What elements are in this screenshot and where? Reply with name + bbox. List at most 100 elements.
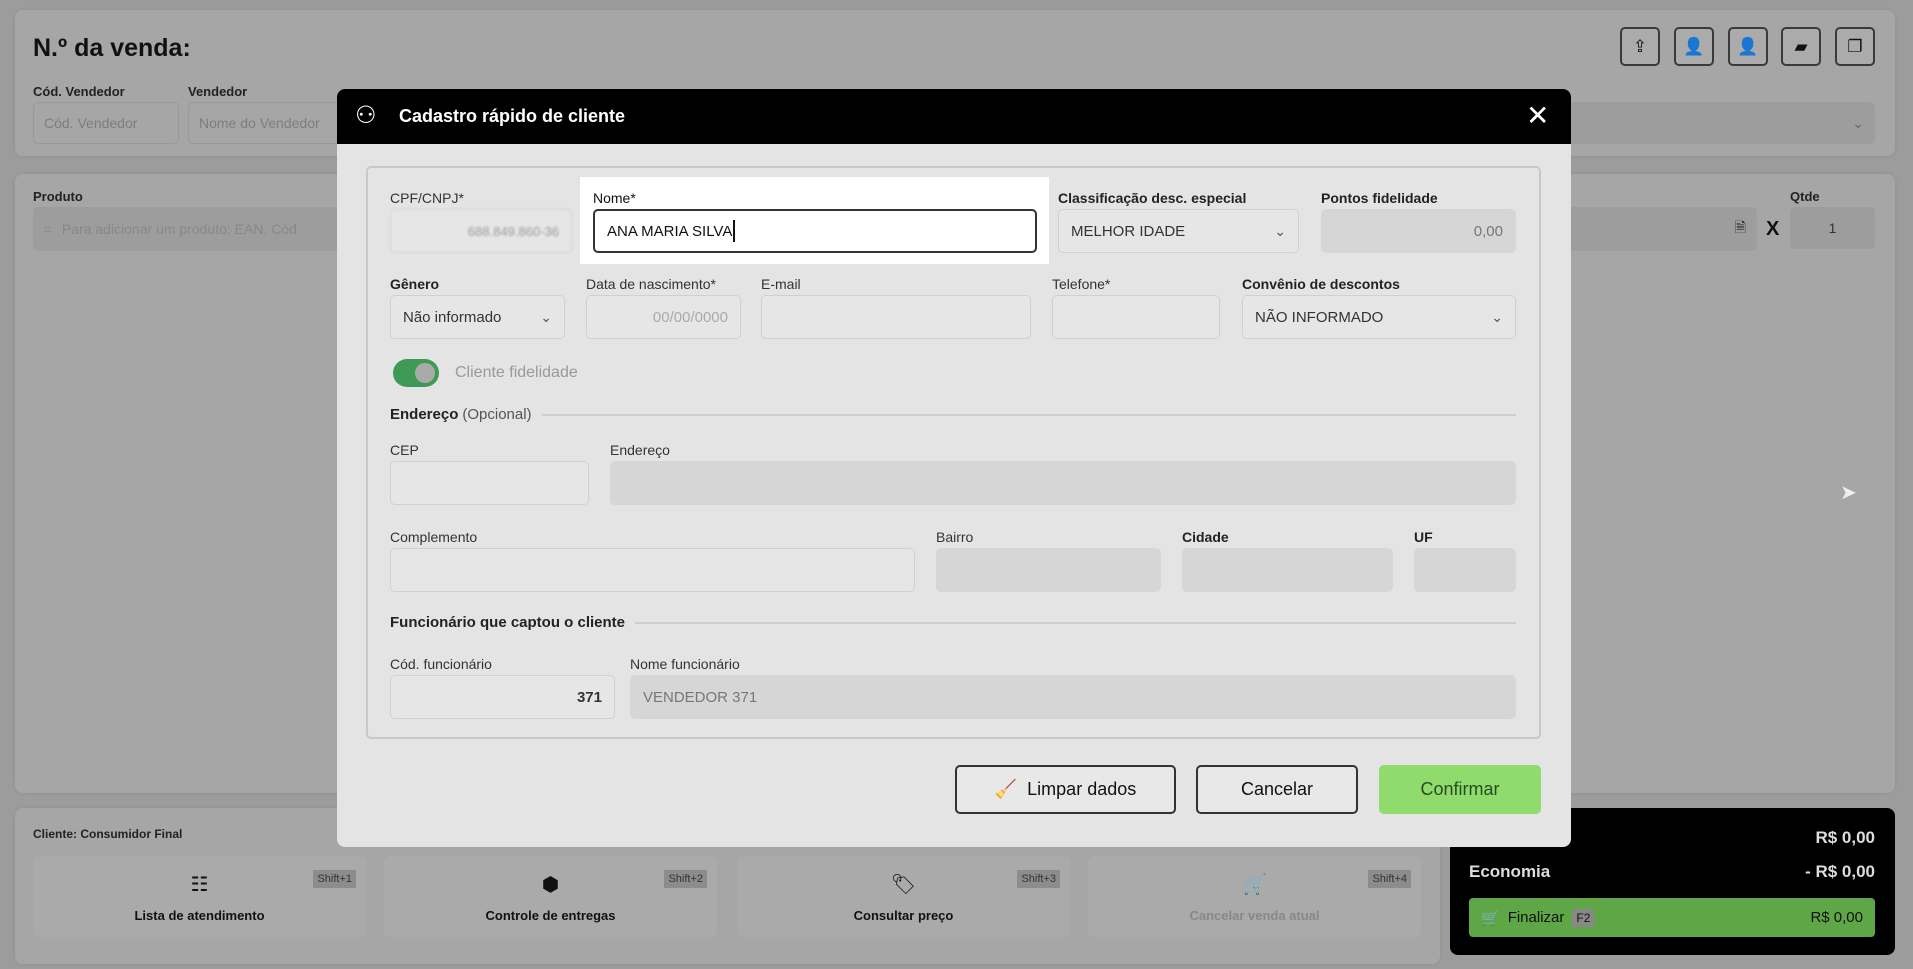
agreement-select[interactable]: NÃO INFORMADO ⌄: [1242, 295, 1516, 339]
broom-icon: 🧹: [994, 779, 1018, 799]
modal-header: ⚇ Cadastro rápido de cliente ✕: [337, 89, 1571, 144]
chevron-down-icon: ⌄: [1274, 222, 1286, 239]
seller-label: Vendedor: [188, 84, 248, 99]
city-input[interactable]: [1182, 548, 1393, 592]
gender-label: Gênero: [390, 276, 440, 292]
economy-label: Economia: [1469, 862, 1551, 881]
add-user-icon: ⚇: [355, 102, 377, 129]
address-input[interactable]: [610, 461, 1516, 505]
special-class-label: Classificação desc. especial: [1058, 190, 1247, 206]
action-label: Controle de entregas: [485, 908, 616, 923]
cancel-label: Cancelar: [1240, 779, 1314, 799]
agreement-value: NÃO INFORMADO: [1255, 308, 1384, 326]
clear-data-button[interactable]: 🧹 Limpar dados: [955, 765, 1176, 814]
add-user-icon-button[interactable]: 👤: [1728, 27, 1768, 66]
gender-value: Não informado: [403, 308, 502, 326]
employee-section-label: Funcionário que captou o cliente: [390, 614, 626, 631]
city-label: Cidade: [1182, 529, 1229, 545]
points-label: Pontos fidelidade: [1321, 190, 1438, 206]
times-sign: X: [1766, 218, 1780, 240]
action-label: Lista de atendimento: [134, 908, 265, 923]
complement-label: Complemento: [390, 529, 478, 545]
confirm-label: Confirmar: [1420, 779, 1500, 799]
action-service-list[interactable]: Shift+1 ☷ Lista de atendimento: [33, 856, 366, 937]
finalize-shortcut: F2: [1572, 908, 1595, 927]
share-icon-button[interactable]: ⇪: [1620, 27, 1660, 66]
action-delivery-control[interactable]: Shift+2 ⬢ Controle de entregas: [384, 856, 717, 937]
cpf-input[interactable]: 688.849.860-36: [390, 209, 572, 253]
cpf-value: 688.849.860-36: [467, 223, 559, 239]
cep-label: CEP: [390, 442, 419, 458]
document-search-icon[interactable]: 🗎: [1735, 217, 1746, 241]
address-section-title: Endereço (Opcional): [390, 406, 1516, 423]
birth-label: Data de nascimento*: [586, 276, 716, 292]
qty-label: Qtde: [1790, 189, 1820, 204]
chevron-down-icon: ⌄: [540, 308, 552, 325]
address-optional: (Opcional): [462, 406, 532, 423]
barcode-icon: ⌗: [44, 220, 52, 237]
action-label: Cancelar venda atual: [1189, 908, 1320, 923]
action-cancel-sale[interactable]: Shift+4 🛒 Cancelar venda atual: [1088, 856, 1421, 937]
loyalty-toggle[interactable]: [393, 359, 439, 387]
gender-select[interactable]: Não informado ⌄: [390, 295, 565, 339]
folder-icon-button[interactable]: ▰: [1781, 27, 1821, 66]
page-title: N.º da venda:: [33, 34, 191, 62]
action-check-price[interactable]: Shift+3 🏷 Consultar preço: [737, 856, 1070, 937]
employee-section-title: Funcionário que captou o cliente: [390, 614, 1516, 631]
points-input: 0,00: [1321, 209, 1516, 253]
client-card-icon-button[interactable]: 👤: [1674, 27, 1714, 66]
seller-code-label: Cód. Vendedor: [33, 84, 125, 99]
name-label: Nome*: [593, 190, 636, 206]
chevron-down-icon: ⌄: [1852, 114, 1864, 131]
birth-placeholder: 00/00/0000: [652, 308, 728, 326]
loyalty-label: Cliente fidelidade: [455, 364, 578, 381]
cep-input[interactable]: [390, 461, 589, 505]
agreement-label: Convênio de descontos: [1242, 276, 1400, 292]
cart-icon: 🛒: [1481, 909, 1500, 927]
cancel-button[interactable]: Cancelar: [1196, 765, 1358, 814]
background-select[interactable]: ⌄: [1540, 102, 1875, 144]
qty-input[interactable]: 1: [1790, 207, 1875, 249]
close-icon[interactable]: ✕: [1526, 99, 1549, 132]
cpf-label: CPF/CNPJ*: [390, 190, 464, 206]
product-placeholder: Para adicionar um produto: EAN, Cód: [61, 221, 297, 237]
emp-name-input: VENDEDOR 371: [630, 675, 1516, 719]
address-section-label: Endereço: [390, 406, 459, 423]
emp-code-label: Cód. funcionário: [390, 656, 492, 672]
modal-title: Cadastro rápido de cliente: [399, 106, 626, 126]
price-tag-search-icon: 🏷: [890, 874, 917, 896]
chevron-down-icon: ⌄: [1491, 308, 1503, 325]
economy-value: - R$ 0,00: [1805, 862, 1875, 881]
finalize-label: Finalizar: [1507, 909, 1565, 926]
box-icon: ⬢: [541, 874, 560, 896]
email-input[interactable]: [761, 295, 1031, 339]
finalize-value: R$ 0,00: [1810, 909, 1863, 926]
total-value: R$ 0,00: [1815, 828, 1875, 847]
action-label: Consultar preço: [853, 908, 954, 923]
qty-value: 1: [1828, 220, 1837, 236]
emp-code-value: 371: [576, 688, 602, 706]
quick-client-modal: ⚇ Cadastro rápido de cliente ✕ CPF/CNPJ*…: [337, 89, 1571, 847]
product-label: Produto: [33, 189, 83, 204]
complement-input[interactable]: [390, 548, 915, 592]
special-class-value: MELHOR IDADE: [1071, 222, 1186, 240]
confirm-button[interactable]: Confirmar: [1379, 765, 1541, 814]
emp-name-label: Nome funcionário: [630, 656, 740, 672]
name-input[interactable]: ANA MARIA SILVA: [593, 209, 1037, 253]
seller-code-input[interactable]: Cód. Vendedor: [33, 102, 179, 144]
phone-label: Telefone*: [1052, 276, 1111, 292]
district-input[interactable]: [936, 548, 1161, 592]
phone-input[interactable]: [1052, 295, 1220, 339]
emp-name-value: VENDEDOR 371: [643, 688, 758, 706]
special-class-select[interactable]: MELHOR IDADE ⌄: [1058, 209, 1299, 253]
clear-label: Limpar dados: [1027, 779, 1137, 799]
cart-cancel-icon: 🛒: [1242, 874, 1267, 896]
points-value: 0,00: [1473, 222, 1503, 240]
copy-icon-button[interactable]: ❐: [1835, 27, 1875, 66]
birth-input[interactable]: 00/00/0000: [586, 295, 741, 339]
emp-code-input[interactable]: 371: [390, 675, 615, 719]
address-label: Endereço: [610, 442, 670, 458]
mouse-cursor-icon: ➤: [1840, 482, 1857, 504]
finalize-button[interactable]: 🛒 Finalizar F2 R$ 0,00: [1469, 898, 1875, 937]
uf-input[interactable]: [1414, 548, 1516, 592]
